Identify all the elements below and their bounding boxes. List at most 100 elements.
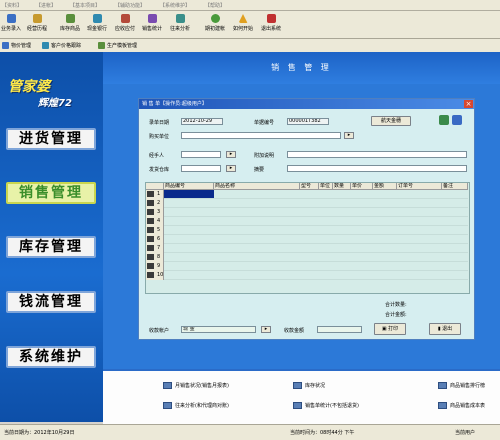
column-header[interactable]: 备注 — [442, 183, 468, 190]
column-header[interactable]: 数量 — [333, 183, 351, 190]
table-row[interactable]: 2 — [146, 199, 468, 208]
toolbar-data-entry-button[interactable]: 业务录入 — [1, 14, 21, 36]
toolbar-history-button[interactable]: 经营历程 — [27, 14, 47, 36]
link-account-analysis[interactable]: 往来分析(和代理商对账) — [163, 402, 229, 409]
row-header[interactable]: 6 — [146, 235, 164, 244]
row-header[interactable]: 4 — [146, 217, 164, 226]
tax-system-button[interactable]: 航天金穗 — [371, 116, 411, 126]
toolbar-analysis-button[interactable]: 往来分析 — [170, 14, 190, 36]
table-row[interactable]: 7 — [146, 244, 468, 253]
menu-item-system-maintenance[interactable]: 【系统维护】 — [160, 2, 190, 9]
close-icon[interactable]: × — [464, 100, 473, 108]
row-number: 8 — [157, 254, 161, 260]
warehouse-field[interactable] — [181, 165, 221, 172]
print-button[interactable]: ▣ 打印 — [374, 323, 406, 335]
table-row[interactable]: 4 — [146, 217, 468, 226]
toolbar: 业务录入 经营历程 库存商品 现金银行 应收应付 销售统计 往来分析 期初建帐 … — [0, 11, 500, 39]
table-row[interactable]: 1 — [146, 190, 468, 199]
nav-cash-flow-management[interactable]: 钱流管理 — [6, 291, 96, 313]
row-pointer-icon — [147, 191, 154, 197]
account-field[interactable]: 现 金 — [181, 326, 256, 333]
row-pointer-icon — [147, 200, 154, 206]
row-number: 5 — [157, 227, 161, 233]
toolbar-receivable-button[interactable]: 应收应付 — [115, 14, 135, 36]
logo-brand: 管家婆 — [8, 79, 50, 95]
table-row[interactable]: 5 — [146, 226, 468, 235]
link-sales-cost[interactable]: 商品销售成本表 — [438, 402, 485, 409]
dialog-title: 销 售 单【操作员:超级用户】 — [142, 101, 207, 107]
column-header[interactable]: 型号 — [300, 183, 319, 190]
table-row[interactable]: 3 — [146, 208, 468, 217]
handler-field[interactable] — [181, 151, 221, 158]
nav-sales-management[interactable]: 销售管理 — [6, 182, 96, 204]
handler-picker-button[interactable]: ▸ — [226, 151, 236, 158]
received-amount-field[interactable] — [317, 326, 362, 333]
table-row[interactable]: 9 — [146, 262, 468, 271]
exit-button[interactable]: ▮ 退出 — [429, 323, 461, 335]
report-icon — [293, 382, 302, 389]
row-header[interactable]: 2 — [146, 199, 164, 208]
analysis-icon — [175, 14, 185, 23]
row-header[interactable]: 5 — [146, 226, 164, 235]
row-header[interactable]: 3 — [146, 208, 164, 217]
quick-links-panel: 月销售状况(销售月报表) 库存状况 商品销售排行榜 往来分析(和代理商对账) 销… — [103, 369, 500, 424]
column-header[interactable]: 商品编号 — [164, 183, 214, 190]
summary-field[interactable] — [287, 165, 467, 172]
column-header[interactable]: 订单号 — [397, 183, 442, 190]
toolbar-exit-button[interactable]: 退出系统 — [261, 14, 281, 36]
table-row[interactable]: 6 — [146, 235, 468, 244]
row-number: 2 — [157, 200, 161, 206]
remark-field[interactable] — [287, 151, 467, 158]
row-number: 10 — [157, 272, 164, 278]
nav-system-maintenance[interactable]: 系统维护 — [6, 346, 96, 368]
account-picker-button[interactable]: ▸ — [261, 326, 271, 333]
row-header[interactable]: 9 — [146, 262, 164, 271]
row-header[interactable]: 8 — [146, 253, 164, 262]
quick-price-management[interactable]: 物价管理 — [2, 42, 31, 49]
quick-bar: 物价管理 客户价格跟踪 生产模板管理 — [0, 39, 500, 53]
row-header[interactable]: 1 — [146, 190, 164, 199]
row-number: 6 — [157, 236, 161, 242]
row-pointer-icon — [147, 227, 154, 233]
row-pointer-icon — [147, 209, 154, 215]
menu-item-data[interactable]: 【资料】 — [2, 2, 22, 9]
link-inventory-status[interactable]: 库存状况 — [293, 382, 325, 389]
quick-production-template[interactable]: 生产模板管理 — [98, 42, 137, 49]
menu-item-auxiliary[interactable]: 【辅助功能】 — [115, 2, 145, 9]
buyer-picker-button[interactable]: ▸ — [344, 132, 354, 139]
production-template-icon — [98, 42, 105, 49]
toolbar-sales-stat-button[interactable]: 销售统计 — [142, 14, 162, 36]
menu-item-accounting[interactable]: 【进帐】 — [36, 2, 56, 9]
column-header[interactable]: 单位 — [319, 183, 333, 190]
quick-customer-price-tracking[interactable]: 客户价格跟踪 — [42, 42, 81, 49]
link-sales-ranking[interactable]: 商品销售排行榜 — [438, 382, 485, 389]
doc-no-field[interactable]: 000001T382 — [287, 118, 329, 125]
entry-date-field[interactable]: 2012-10-29 — [181, 118, 223, 125]
nav-purchase-management[interactable]: 进货管理 — [6, 128, 96, 150]
toolbar-inventory-button[interactable]: 库存商品 — [60, 14, 80, 36]
toolbar-bank-button[interactable]: 现金银行 — [87, 14, 107, 36]
link-monthly-sales[interactable]: 月销售状况(销售月报表) — [163, 382, 229, 389]
warehouse-picker-button[interactable]: ▸ — [226, 165, 236, 172]
menu-item-help[interactable]: 【帮助】 — [205, 2, 225, 9]
table-row[interactable]: 8 — [146, 253, 468, 262]
toolbar-opening-button[interactable]: 期初建帐 — [205, 14, 225, 36]
column-header[interactable]: 商品名称 — [214, 183, 300, 190]
status-time: 当前时间为：08时44分 下午 — [290, 430, 355, 436]
dialog-title-bar: 销 售 单【操作员:超级用户】 × — [139, 99, 474, 109]
toolbar-how-to-start-button[interactable]: 如何开始 — [233, 14, 253, 36]
menu-item-basic-items[interactable]: 【基本项目】 — [70, 2, 100, 9]
selected-cell[interactable] — [164, 190, 214, 198]
link-sales-statistics[interactable]: 销售单统计(不包括退货) — [293, 402, 359, 409]
nav-inventory-management[interactable]: 库存管理 — [6, 236, 96, 258]
settings-icon[interactable] — [439, 115, 449, 125]
column-header[interactable]: 单价 — [351, 183, 373, 190]
column-header[interactable]: 金额 — [373, 183, 397, 190]
page-title: 销 售 管 理 — [271, 63, 332, 72]
row-header[interactable]: 10 — [146, 271, 164, 280]
report-icon — [438, 382, 447, 389]
calculator-icon[interactable] — [452, 115, 462, 125]
table-row[interactable]: 10 — [146, 271, 468, 280]
row-header[interactable]: 7 — [146, 244, 164, 253]
buyer-field[interactable] — [181, 132, 341, 139]
